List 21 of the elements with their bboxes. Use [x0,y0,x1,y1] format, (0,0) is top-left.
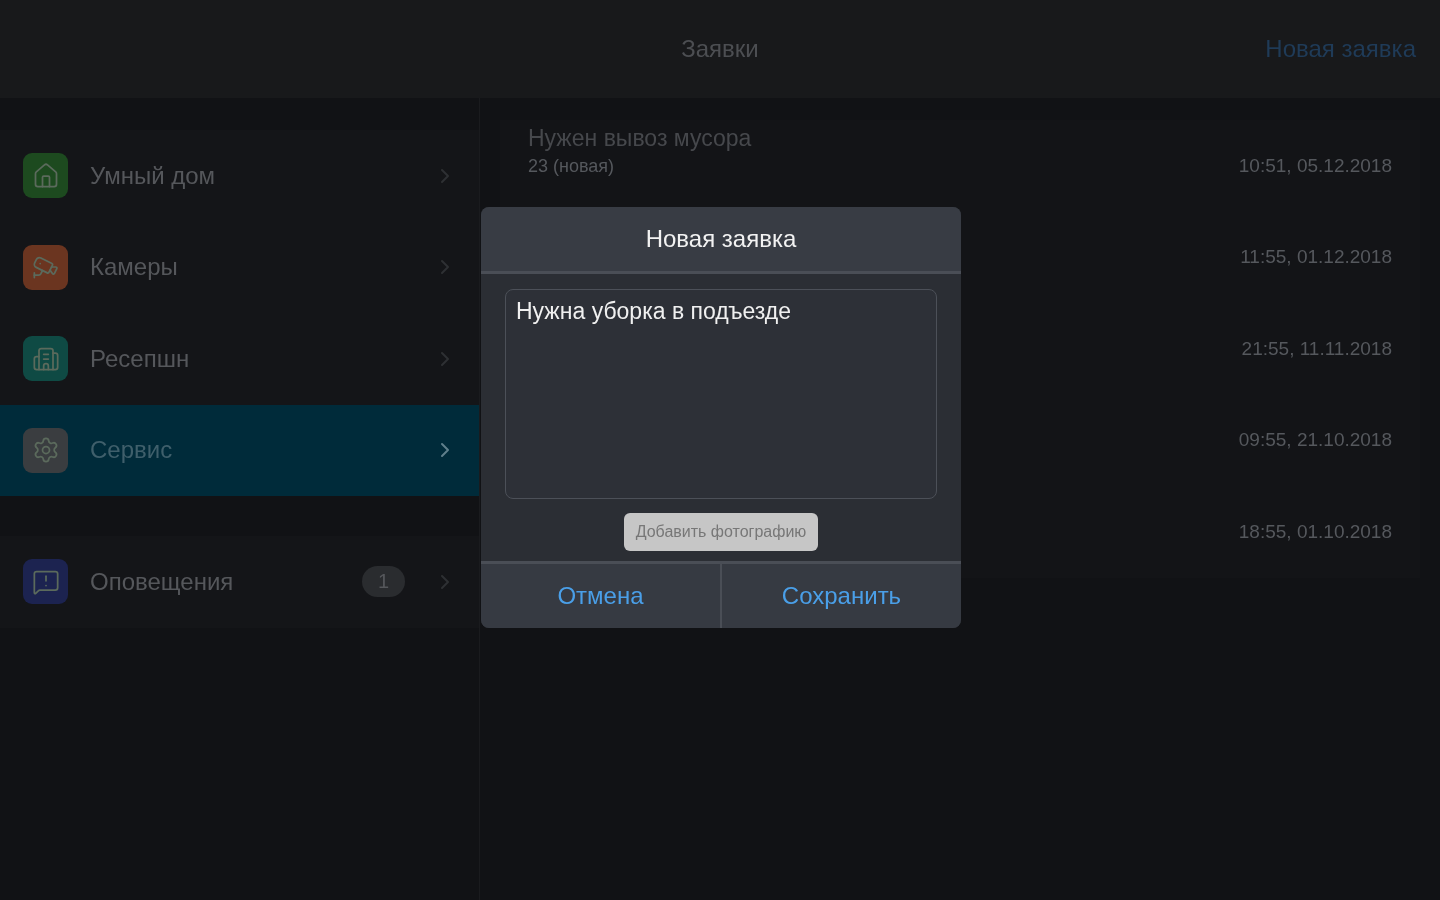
dialog-button[interactable]: Отмена [481,564,720,628]
sidebar-label: Оповещения [90,567,235,596]
dialog-button[interactable]: Сохранить [720,564,961,628]
sidebar-item[interactable]: Камеры [0,221,479,313]
sidebar-label: Камеры [90,253,179,282]
request-time: 21:55, 11.11.2018 [1241,337,1392,360]
request-status: 23 (новая) [528,155,616,177]
sidebar-item[interactable]: Ресепшн [0,313,479,405]
sidebar-label: Сервис [90,436,174,465]
dialog-title: Новая заявка [481,207,961,274]
new-request-link[interactable]: Новая заявка [1265,35,1416,63]
request-time: 10:51, 05.12.2018 [1238,154,1392,177]
request-time: 11:55, 01.12.2018 [1240,246,1392,269]
request-time: 18:55, 01.10.2018 [1238,520,1392,543]
sidebar-label: Умный дом [90,161,217,190]
sidebar-item[interactable]: Сервис [0,404,479,496]
add-photo-button[interactable]: Добавить фотографию [623,513,819,551]
sidebar-item[interactable]: Умный дом [0,130,479,222]
request-time: 09:55, 21.10.2018 [1238,429,1392,452]
sidebar-label: Ресепшн [90,344,191,373]
request-text-field[interactable]: Нужна уборка в подъезде [505,289,937,499]
